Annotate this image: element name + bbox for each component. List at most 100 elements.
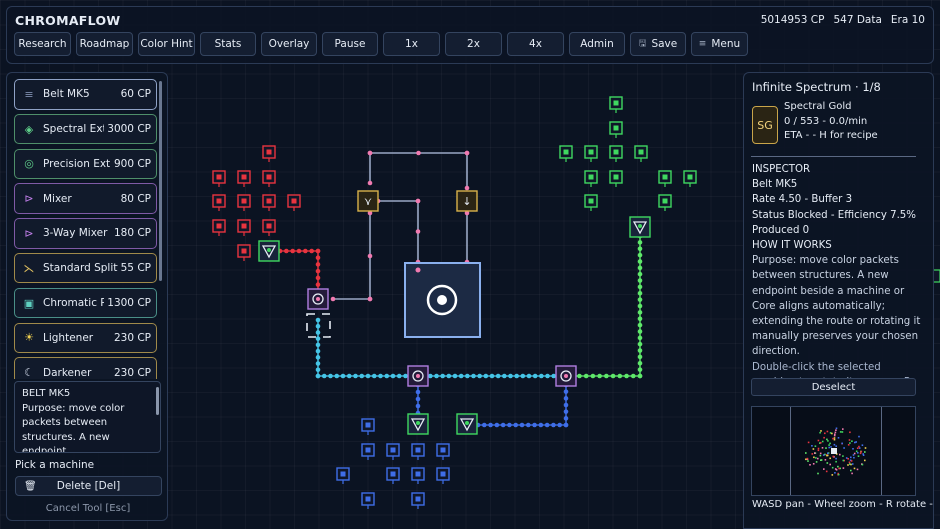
- color-packet: [296, 248, 302, 254]
- color-packet: [590, 373, 596, 379]
- belt-segment[interactable]: [369, 152, 468, 188]
- color-packet: [539, 373, 544, 379]
- blue-source-node-core: [365, 447, 371, 453]
- belt-segment[interactable]: [333, 213, 371, 300]
- toolbar-1x-button[interactable]: 1x: [383, 32, 440, 56]
- color-packet: [538, 422, 544, 428]
- machine-info-box: BELT MK5 Purpose: move color packets bet…: [14, 381, 161, 453]
- toolbar-overlay-button[interactable]: Overlay: [261, 32, 317, 56]
- toolbar-label: Stats: [214, 38, 242, 50]
- color-packet: [508, 373, 513, 379]
- belt-segment[interactable]: [317, 320, 418, 377]
- green-source-node-core: [588, 174, 594, 180]
- blue-source-node-core: [415, 496, 421, 502]
- delete-button[interactable]: 🗑 Delete [Del]: [15, 476, 162, 496]
- color-packet: [440, 373, 445, 379]
- color-packet: [471, 373, 476, 379]
- color-packet: [545, 373, 550, 379]
- toolbar-label: 2x: [467, 38, 480, 50]
- machine-item[interactable]: ▣ Chromatic Re… 1300 CP: [14, 287, 157, 319]
- color-packet: [563, 389, 569, 394]
- green-source-node-core: [588, 198, 594, 204]
- machine-item[interactable]: ⊳ Mixer 80 CP: [14, 183, 157, 214]
- color-packet: [464, 150, 470, 156]
- how-label: HOW IT WORKS: [752, 240, 832, 252]
- machine-item[interactable]: ⋋ Standard Splitter 55 CP: [14, 252, 157, 284]
- color-packet: [520, 373, 526, 379]
- toolbar-pause-button[interactable]: Pause: [322, 32, 378, 56]
- machine-item[interactable]: ≡ Belt MK5 60 CP: [14, 79, 157, 110]
- darkener-icon: ☾: [24, 366, 34, 379]
- cancel-tool-button[interactable]: Cancel Tool [Esc]: [7, 503, 169, 514]
- color-packet: [583, 373, 589, 379]
- menu-icon: ≡: [698, 39, 707, 49]
- color-packet: [334, 373, 340, 379]
- toolbar-roadmap-button[interactable]: Roadmap: [76, 32, 133, 56]
- color-packet: [637, 367, 643, 372]
- color-packet: [353, 373, 358, 379]
- toolbar-admin-button[interactable]: Admin: [569, 32, 625, 56]
- machine-item[interactable]: ☾ Darkener 230 CP: [14, 357, 157, 379]
- color-packet: [577, 373, 582, 379]
- inspector-label: INSPECTOR: [752, 164, 811, 175]
- red-source-node-core: [241, 223, 247, 229]
- color-packet: [465, 373, 470, 379]
- belt-segment[interactable]: [378, 200, 419, 262]
- minimap-viewport[interactable]: [790, 407, 882, 495]
- machine-item[interactable]: ☀ Lightener 230 CP: [14, 322, 157, 354]
- splitter-left-icon: ⋎: [364, 195, 372, 208]
- info-panel: Infinite Spectrum · 1/8 SG Spectral Gold…: [743, 72, 934, 529]
- toolbar-research-button[interactable]: Research: [14, 32, 71, 56]
- color-packet: [428, 373, 433, 379]
- color-packet: [477, 373, 482, 379]
- toolbar-menu-button[interactable]: ≡ Menu: [691, 32, 748, 56]
- belt-segment[interactable]: [566, 236, 641, 377]
- machine-item[interactable]: ◎ Precision Extra… 900 CP: [14, 148, 157, 180]
- toolbar-save-button[interactable]: 🖫 Save: [630, 32, 686, 56]
- color-packet: [637, 246, 643, 252]
- machine-list-scrollbar[interactable]: [159, 81, 162, 281]
- offscreen-green-node: [932, 269, 940, 283]
- color-packet: [597, 373, 602, 379]
- toolbar-color-hint-button[interactable]: Color Hint: [138, 32, 195, 56]
- color-packet: [532, 373, 538, 379]
- minimap[interactable]: [751, 406, 916, 496]
- info-text: Purpose: move color packets between stru…: [22, 402, 125, 453]
- color-packet: [415, 403, 421, 409]
- color-packet: [365, 373, 371, 379]
- color-packet: [415, 198, 421, 204]
- color-packet: [637, 240, 643, 245]
- machine-item[interactable]: ⊳ 3-Way Mixer 180 CP: [14, 218, 157, 249]
- info-scrollbar[interactable]: [156, 387, 159, 415]
- toolbar: Research Roadmap Color Hint Stats Overlay Pau…: [14, 32, 748, 56]
- toolbar-label: Admin: [580, 38, 614, 50]
- deselect-button[interactable]: Deselect: [751, 378, 916, 396]
- color-packet: [315, 262, 321, 267]
- belt-segment[interactable]: [478, 385, 567, 426]
- color-packet: [315, 336, 321, 341]
- recipe-eta: ETA - - H for recipe: [784, 130, 878, 141]
- color-packet: [563, 396, 569, 401]
- color-packet: [637, 310, 643, 315]
- color-packet: [315, 275, 321, 281]
- toolbar-stats-button[interactable]: Stats: [200, 32, 256, 56]
- toolbar-4x-button[interactable]: 4x: [507, 32, 564, 56]
- color-packet: [315, 367, 321, 373]
- red-source-node-core: [266, 174, 272, 180]
- machine-cost: 180 CP: [110, 227, 151, 240]
- color-packet: [371, 373, 377, 379]
- toolbar-label: Save: [651, 38, 678, 50]
- trash-icon: 🗑: [24, 480, 37, 492]
- red-source-node-core: [216, 174, 222, 180]
- blue-source-node-core: [340, 471, 346, 477]
- color-packet: [637, 335, 643, 341]
- machine-cost: 230 CP: [110, 331, 151, 344]
- toolbar-label: Color Hint: [140, 38, 193, 50]
- color-packet: [525, 422, 531, 428]
- toolbar-2x-button[interactable]: 2x: [445, 32, 502, 56]
- mixer-icon: ⊳: [24, 192, 34, 206]
- machine-item[interactable]: ◈ Spectral Extr… 3000 CP: [14, 113, 157, 145]
- toolbar-label: 4x: [529, 38, 542, 50]
- cp-counter: 5014953 CP: [760, 14, 825, 26]
- color-packet: [637, 271, 643, 277]
